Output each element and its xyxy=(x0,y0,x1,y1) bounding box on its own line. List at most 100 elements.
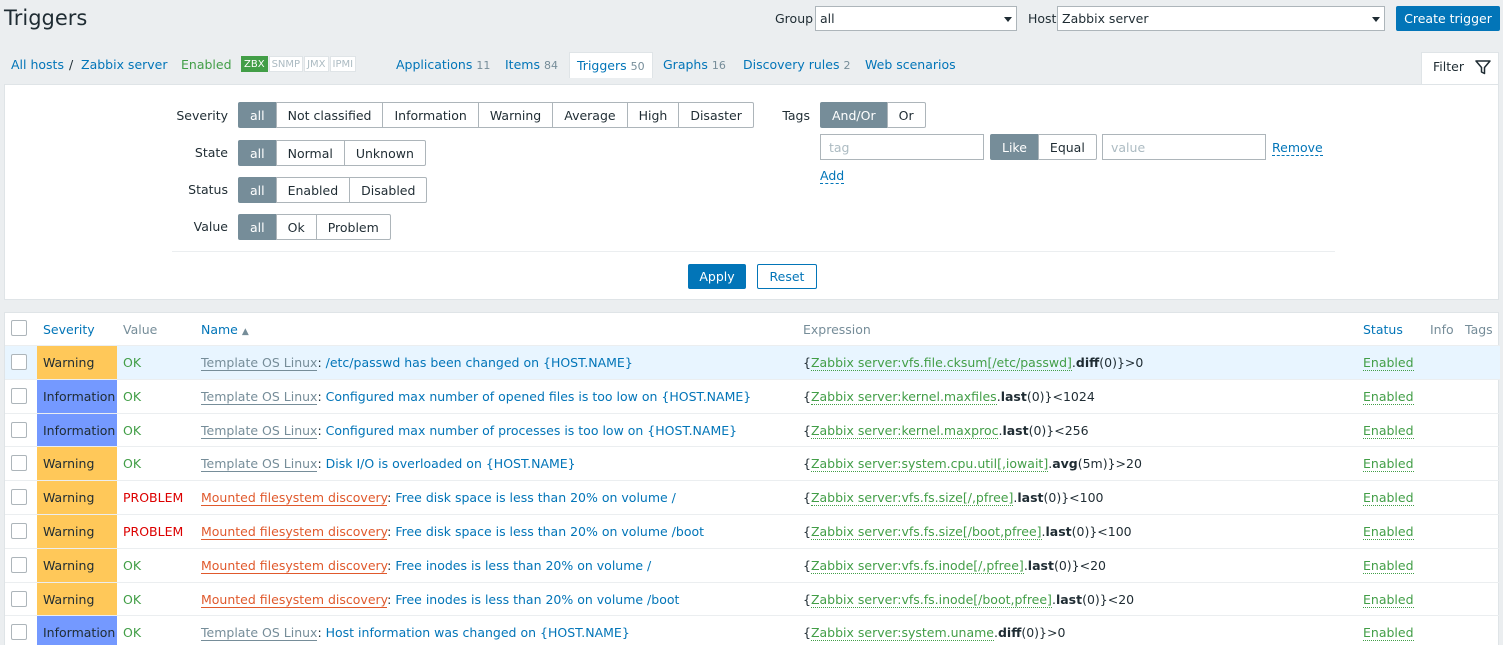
trigger-name-link[interactable]: Disk I/O is overloaded on {HOST.NAME} xyxy=(326,456,576,471)
row-checkbox[interactable] xyxy=(11,523,27,539)
row-checkbox[interactable] xyxy=(11,590,27,607)
trigger-name-link[interactable]: /etc/passwd has been changed on {HOST.NA… xyxy=(326,355,633,370)
value-option-ok[interactable]: Ok xyxy=(275,214,317,240)
host-select[interactable]: Zabbix server xyxy=(1057,6,1385,31)
expression-item-link[interactable]: Zabbix server:vfs.fs.size[/boot,pfree] xyxy=(810,524,1042,540)
trigger-source-link[interactable]: Mounted filesystem discovery xyxy=(201,591,388,608)
tags-option-or[interactable]: Or xyxy=(886,102,926,128)
value-option-problem[interactable]: Problem xyxy=(315,214,391,240)
status-toggle-link[interactable]: Enabled xyxy=(1363,355,1414,371)
tab-graphs-label[interactable]: Graphs xyxy=(663,57,708,72)
expression-item-link[interactable]: Zabbix server:system.cpu.util[,iowait] xyxy=(810,456,1049,473)
trigger-source-link[interactable]: Mounted filesystem discovery xyxy=(201,524,388,540)
column-header-status[interactable]: Status xyxy=(1363,322,1403,337)
state-option-unknown[interactable]: Unknown xyxy=(343,140,426,166)
status-option-disabled[interactable]: Disabled xyxy=(349,177,428,203)
row-checkbox[interactable] xyxy=(11,387,27,404)
expression-item-link[interactable]: Zabbix server:kernel.maxproc xyxy=(810,422,999,439)
expression-item-link[interactable]: Zabbix server:system.uname xyxy=(810,625,994,642)
status-toggle-link[interactable]: Enabled xyxy=(1363,524,1414,540)
row-checkbox[interactable] xyxy=(11,489,27,506)
select-all-checkbox[interactable] xyxy=(11,320,27,336)
tab-items[interactable]: Items 84 xyxy=(505,57,558,72)
value-option-all[interactable]: all xyxy=(238,214,277,240)
severity-option-information[interactable]: Information xyxy=(382,102,479,128)
expression-item-link[interactable]: Zabbix server:vfs.file.cksum[/etc/passwd… xyxy=(810,355,1072,371)
severity-option-high[interactable]: High xyxy=(626,102,680,128)
row-checkbox[interactable] xyxy=(11,624,27,641)
breadcrumb-all-hosts[interactable]: All hosts xyxy=(11,57,64,72)
row-checkbox[interactable] xyxy=(11,354,27,370)
filter-tab[interactable]: Filter xyxy=(1421,52,1499,85)
severity-option-all[interactable]: all xyxy=(238,102,277,128)
tag-operator-like[interactable]: Like xyxy=(990,134,1039,160)
state-option-normal[interactable]: Normal xyxy=(275,140,345,166)
status-toggle-link[interactable]: Enabled xyxy=(1363,423,1414,439)
reset-button[interactable]: Reset xyxy=(757,264,817,289)
row-checkbox[interactable] xyxy=(11,556,27,573)
trigger-source-link[interactable]: Template OS Linux xyxy=(201,625,318,642)
expression-item-link[interactable]: Zabbix server:kernel.maxfiles xyxy=(810,388,997,405)
row-checkbox[interactable] xyxy=(11,421,27,438)
status-option-all[interactable]: all xyxy=(238,177,277,203)
tab-graphs[interactable]: Graphs 16 xyxy=(663,57,726,72)
status-toggle-link[interactable]: Enabled xyxy=(1363,558,1414,574)
state-label: State xyxy=(194,145,228,160)
expression-item-link[interactable]: Zabbix server:vfs.fs.inode[/,pfree] xyxy=(810,557,1024,574)
trigger-source-link[interactable]: Template OS Linux xyxy=(201,422,318,439)
trigger-name-link[interactable]: Configured max number of processes is to… xyxy=(326,423,737,438)
apply-button[interactable]: Apply xyxy=(688,264,746,289)
state-option-all[interactable]: all xyxy=(238,140,277,166)
status-toggle-link[interactable]: Enabled xyxy=(1363,592,1414,608)
create-trigger-button[interactable]: Create trigger xyxy=(1396,6,1500,31)
severity-option-average[interactable]: Average xyxy=(552,102,628,128)
tag-name-input[interactable]: tag xyxy=(820,134,984,160)
trigger-name-link[interactable]: Free disk space is less than 20% on volu… xyxy=(395,490,676,505)
severity-option-warning[interactable]: Warning xyxy=(477,102,554,128)
status-option-enabled[interactable]: Enabled xyxy=(275,177,351,203)
trigger-name-link[interactable]: Free inodes is less than 20% on volume / xyxy=(395,558,651,573)
tab-items-count: 84 xyxy=(543,59,558,72)
row-checkbox[interactable] xyxy=(11,455,27,472)
trigger-name-link[interactable]: Free inodes is less than 20% on volume /… xyxy=(395,592,679,607)
tab-web-scenarios[interactable]: Web scenarios xyxy=(865,57,956,72)
status-toggle-link[interactable]: Enabled xyxy=(1363,490,1414,507)
tab-discovery-rules-label[interactable]: Discovery rules xyxy=(743,57,839,72)
trigger-source-link[interactable]: Template OS Linux xyxy=(201,388,318,405)
tab-triggers[interactable]: Triggers 50 xyxy=(569,52,653,78)
trigger-source-link[interactable]: Mounted filesystem discovery xyxy=(201,490,388,507)
trigger-source-link[interactable]: Template OS Linux xyxy=(201,355,318,371)
group-select[interactable]: all xyxy=(815,6,1017,31)
trigger-name-link[interactable]: Free disk space is less than 20% on volu… xyxy=(395,524,704,539)
remove-tag-link[interactable]: Remove xyxy=(1272,140,1323,156)
trigger-name-link[interactable]: Host information was changed on {HOST.NA… xyxy=(326,625,630,640)
severity-label: Severity xyxy=(176,108,228,123)
host-status-enabled[interactable]: Enabled xyxy=(181,57,232,72)
severity-cell: Warning xyxy=(37,515,117,548)
tab-applications-label[interactable]: Applications xyxy=(396,57,472,72)
status-toggle-link[interactable]: Enabled xyxy=(1363,625,1414,642)
tag-value-input[interactable]: value xyxy=(1102,134,1266,160)
tab-items-label[interactable]: Items xyxy=(505,57,540,72)
expression-item-link[interactable]: Zabbix server:vfs.fs.size[/,pfree] xyxy=(810,490,1014,507)
tab-discovery-rules[interactable]: Discovery rules 2 xyxy=(743,57,850,72)
add-tag-link[interactable]: Add xyxy=(820,168,845,184)
column-header-name[interactable]: Name ▲ xyxy=(201,322,249,337)
tags-option-and-or[interactable]: And/Or xyxy=(820,102,888,128)
column-header-severity[interactable]: Severity xyxy=(43,322,95,337)
trigger-source-link[interactable]: Template OS Linux xyxy=(201,456,318,473)
tag-operator-equal[interactable]: Equal xyxy=(1037,134,1097,160)
expression-function: last xyxy=(1027,557,1054,573)
severity-option-disaster[interactable]: Disaster xyxy=(678,102,754,128)
trigger-source-link[interactable]: Mounted filesystem discovery xyxy=(201,557,388,574)
breadcrumb-host[interactable]: Zabbix server xyxy=(81,57,168,72)
expression-item-link[interactable]: Zabbix server:vfs.fs.inode[/boot,pfree] xyxy=(810,591,1052,608)
tab-applications[interactable]: Applications 11 xyxy=(396,57,490,72)
severity-option-not-classified[interactable]: Not classified xyxy=(275,102,384,128)
name-cell: Template OS Linux: Disk I/O is overloade… xyxy=(201,456,576,473)
expression-function: diff xyxy=(1075,355,1100,370)
status-toggle-link[interactable]: Enabled xyxy=(1363,389,1414,405)
tab-triggers-label[interactable]: Triggers xyxy=(577,58,627,73)
status-toggle-link[interactable]: Enabled xyxy=(1363,456,1414,473)
trigger-name-link[interactable]: Configured max number of opened files is… xyxy=(326,389,752,404)
